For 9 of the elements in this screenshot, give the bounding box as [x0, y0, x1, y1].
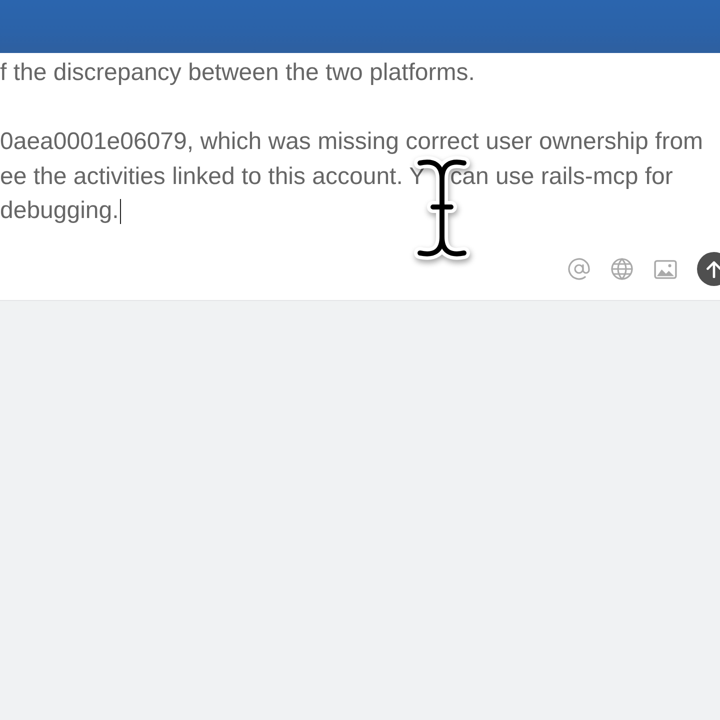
message-text-line: can use rails-mcp for: [450, 162, 673, 192]
message-text-line: f the discrepancy between the two platforms.: [0, 58, 475, 88]
message-text-line: debugging.: [0, 196, 119, 226]
image-icon: [654, 260, 676, 278]
arrow-up-icon: [706, 260, 720, 278]
globe-icon: [611, 258, 633, 280]
at-sign-icon: [568, 258, 590, 280]
message-text-line: 0aea0001e06079, which was missing correct user ownership from: [0, 127, 704, 157]
message-text-line: ee the activities linked to this account. Y: [0, 162, 426, 192]
